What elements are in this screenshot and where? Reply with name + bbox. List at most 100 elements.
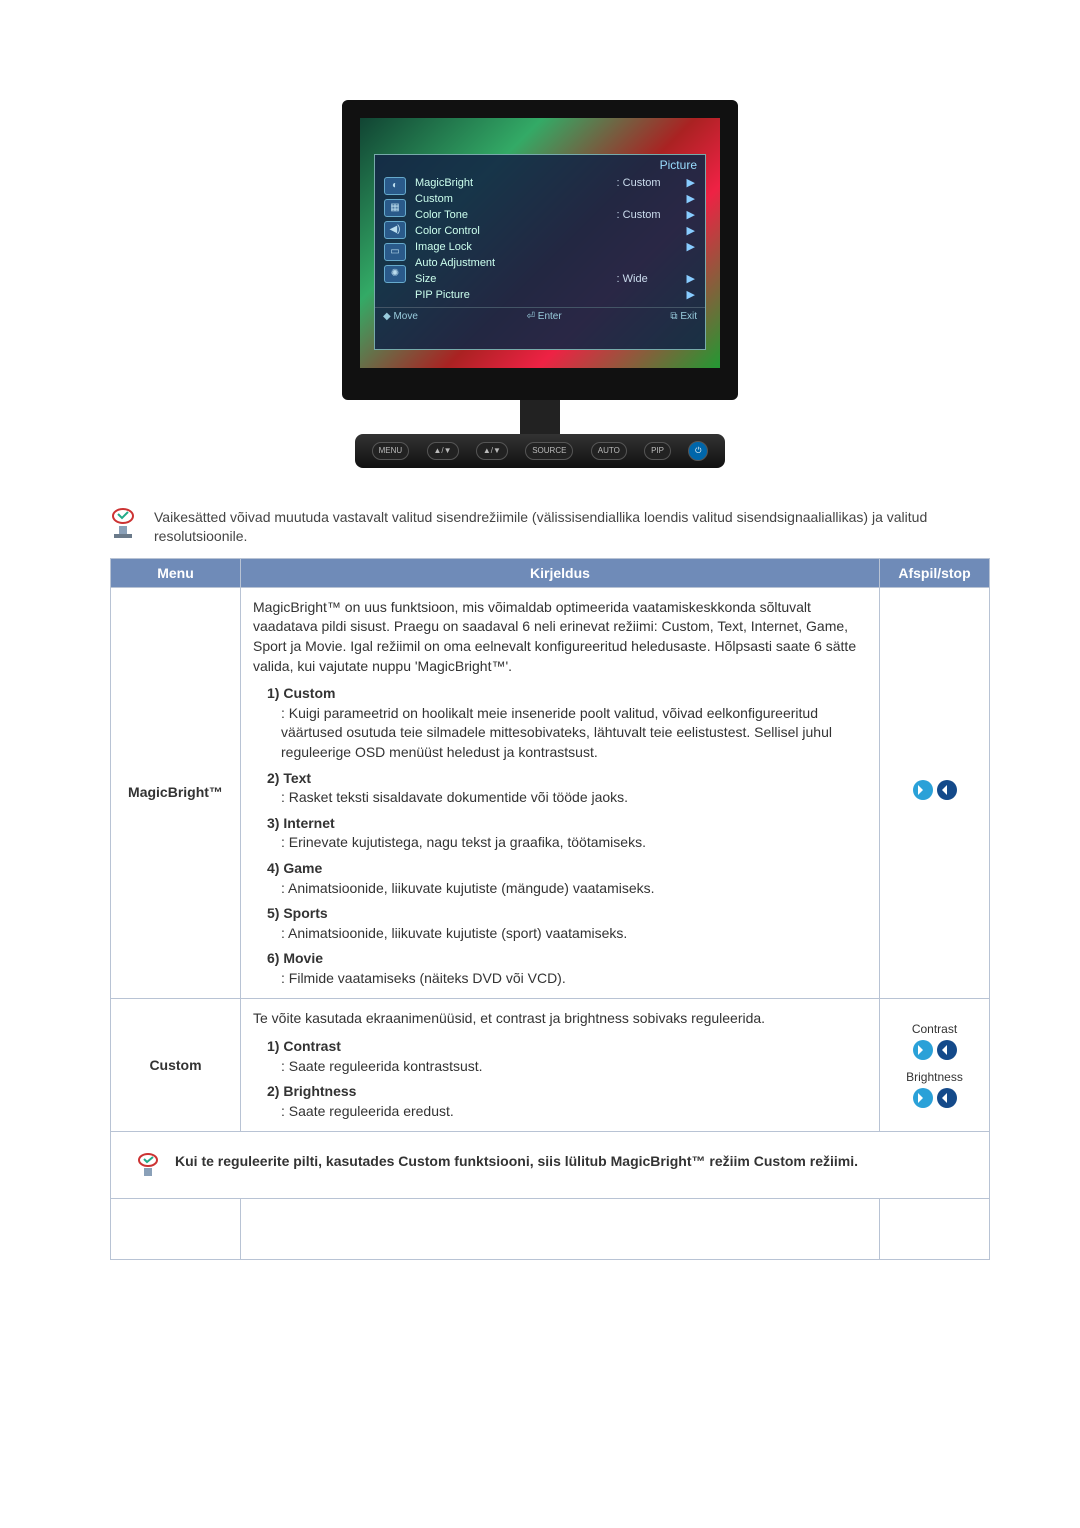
note-icon: [110, 508, 136, 538]
monitor-button[interactable]: SOURCE: [525, 442, 573, 460]
mode-title: 2) Brightness: [267, 1083, 356, 1099]
monitor-neck: [520, 400, 560, 434]
chevron-right-icon: ▶: [687, 287, 695, 303]
mode-desc: : Saate reguleerida eredust.: [281, 1102, 867, 1122]
osd-icon-slot: ◐: [384, 177, 406, 195]
osd-item-value: : Custom: [617, 175, 687, 191]
osd-icon-slot: ◀): [384, 221, 406, 239]
stop-icon[interactable]: [937, 1088, 957, 1108]
osd-item: Color Control▶: [415, 223, 699, 239]
afspil-cell: [880, 587, 990, 999]
description-cell: MagicBright™ on uus funktsioon, mis võim…: [241, 587, 880, 999]
osd-item-label: Auto Adjustment: [415, 255, 625, 271]
osd-footer-exit: ⧉ Exit: [670, 311, 697, 322]
mode-desc: : Saate reguleerida kontrastsust.: [281, 1057, 867, 1077]
monitor-button[interactable]: AUTO: [591, 442, 627, 460]
note-text: Vaikesätted võivad muutuda vastavalt val…: [154, 508, 990, 546]
osd-item-value: [617, 191, 687, 207]
play-icon[interactable]: [913, 780, 933, 800]
spacer-cell: [880, 1199, 990, 1260]
mode-desc: : Animatsioonide, liikuvate kujutiste (s…: [281, 924, 867, 944]
mode-title: 4) Game: [267, 860, 322, 876]
osd-category-icons: ◐ ▦ ◀) ▭ ✺: [381, 175, 409, 303]
chevron-right-icon: ▶: [687, 191, 695, 207]
osd-item-label: MagicBright: [415, 175, 617, 191]
mode-item: 1) Contrast : Saate reguleerida kontrasts…: [267, 1037, 867, 1076]
chevron-right-icon: ▶: [687, 271, 695, 287]
af-label: Brightness: [892, 1069, 977, 1086]
th-desc: Kirjeldus: [241, 558, 880, 587]
description-intro: Te võite kasutada ekraanimenüüsid, et co…: [253, 1009, 867, 1029]
play-stop-icons: [913, 780, 957, 800]
osd-item: Custom ▶: [415, 191, 699, 207]
power-button[interactable]: ⏻: [688, 441, 708, 461]
osd-icon-slot: ▭: [384, 243, 406, 261]
monitor-button[interactable]: ▲/▼: [476, 442, 508, 460]
osd-item-label: Image Lock: [415, 239, 617, 255]
mode-desc: : Animatsioonide, liikuvate kujutiste (m…: [281, 879, 867, 899]
mode-item: 4) Game : Animatsioonide, liikuvate kujut…: [267, 859, 867, 898]
mode-title: 5) Sports: [267, 905, 328, 921]
mode-title: 1) Custom: [267, 685, 335, 701]
osd-item-value: [617, 223, 687, 239]
osd-footer-enter: ⏎ Enter: [527, 311, 562, 322]
mode-title: 6) Movie: [267, 950, 323, 966]
table-row: Custom Te võite kasutada ekraanimenüüsid,…: [111, 999, 990, 1132]
osd-item: Size: Wide▶: [415, 271, 699, 287]
description-table: Menu Kirjeldus Afspil/stop MagicBright™M…: [110, 558, 990, 1261]
osd-item-label: Color Control: [415, 223, 617, 239]
osd-item-value: : Custom: [617, 207, 687, 223]
table-row: MagicBright™MagicBright™ on uus funktsio…: [111, 587, 990, 999]
description-cell: Te võite kasutada ekraanimenüüsid, et co…: [241, 999, 880, 1132]
description-intro: MagicBright™ on uus funktsioon, mis võim…: [253, 598, 867, 676]
af-label: Contrast: [892, 1021, 977, 1038]
mode-item: 3) Internet: Erinevate kujutistega, nagu…: [267, 814, 867, 853]
th-af: Afspil/stop: [880, 558, 990, 587]
mode-title: 1) Contrast: [267, 1038, 341, 1054]
table-note-cell: Kui te reguleerite pilti, kasutades Cust…: [111, 1132, 990, 1199]
monitor-button[interactable]: PIP: [644, 442, 671, 460]
play-icon[interactable]: [913, 1088, 933, 1108]
osd-item-value: [617, 239, 687, 255]
monitor-illustration: Picture ◐ ▦ ◀) ▭ ✺ MagicBright: Custom▶C…: [340, 100, 740, 468]
osd-item-label: PIP Picture: [415, 287, 617, 303]
menu-cell: MagicBright™: [111, 587, 241, 999]
osd-item-value: [625, 255, 695, 271]
osd-item: MagicBright: Custom▶: [415, 175, 699, 191]
chevron-right-icon: ▶: [687, 239, 695, 255]
osd-footer-move: ◆ Move: [383, 311, 418, 322]
mode-desc: : Rasket teksti sisaldavate dokumentide …: [281, 788, 867, 808]
monitor-button[interactable]: ▲/▼: [427, 442, 459, 460]
mode-item: 2) Text : Rasket teksti sisaldavate dokum…: [267, 769, 867, 808]
menu-cell: Custom: [111, 999, 241, 1132]
osd-title: Picture: [375, 155, 705, 175]
osd-icon-slot: ▦: [384, 199, 406, 217]
mode-item: 5) Sports : Animatsioonide, liikuvate kuj…: [267, 904, 867, 943]
osd-item-value: : Wide: [617, 271, 687, 287]
play-stop-icons: [913, 1040, 957, 1060]
chevron-right-icon: ▶: [687, 207, 695, 223]
osd-item-label: Size: [415, 271, 617, 287]
mode-title: 2) Text: [267, 770, 311, 786]
mode-item: 2) Brightness : Saate reguleerida eredust…: [267, 1082, 867, 1121]
mode-item: 6) Movie: Filmide vaatamiseks (näiteks D…: [267, 949, 867, 988]
spacer-cell: [241, 1199, 880, 1260]
mode-desc: : Kuigi parameetrid on hoolikalt meie in…: [281, 704, 867, 763]
osd-items: MagicBright: Custom▶Custom▶Color Tone: C…: [409, 175, 699, 303]
osd-item: PIP Picture ▶: [415, 287, 699, 303]
table-note-row: Kui te reguleerite pilti, kasutades Cust…: [111, 1132, 990, 1199]
play-stop-icons: [913, 1088, 957, 1108]
table-note-text: Kui te reguleerite pilti, kasutades Cust…: [175, 1152, 858, 1172]
monitor-button[interactable]: MENU: [372, 442, 410, 460]
play-icon[interactable]: [913, 1040, 933, 1060]
osd-item: Image Lock ▶: [415, 239, 699, 255]
mode-desc: : Erinevate kujutistega, nagu tekst ja g…: [281, 833, 867, 853]
stop-icon[interactable]: [937, 780, 957, 800]
mode-item: 1) Custom : Kuigi parameetrid on hoolikal…: [267, 684, 867, 762]
osd-item-value: [617, 287, 687, 303]
spacer-cell: [111, 1199, 241, 1260]
stop-icon[interactable]: [937, 1040, 957, 1060]
osd-panel: Picture ◐ ▦ ◀) ▭ ✺ MagicBright: Custom▶C…: [374, 154, 706, 350]
osd-item-label: Custom: [415, 191, 617, 207]
chevron-right-icon: ▶: [687, 175, 695, 191]
